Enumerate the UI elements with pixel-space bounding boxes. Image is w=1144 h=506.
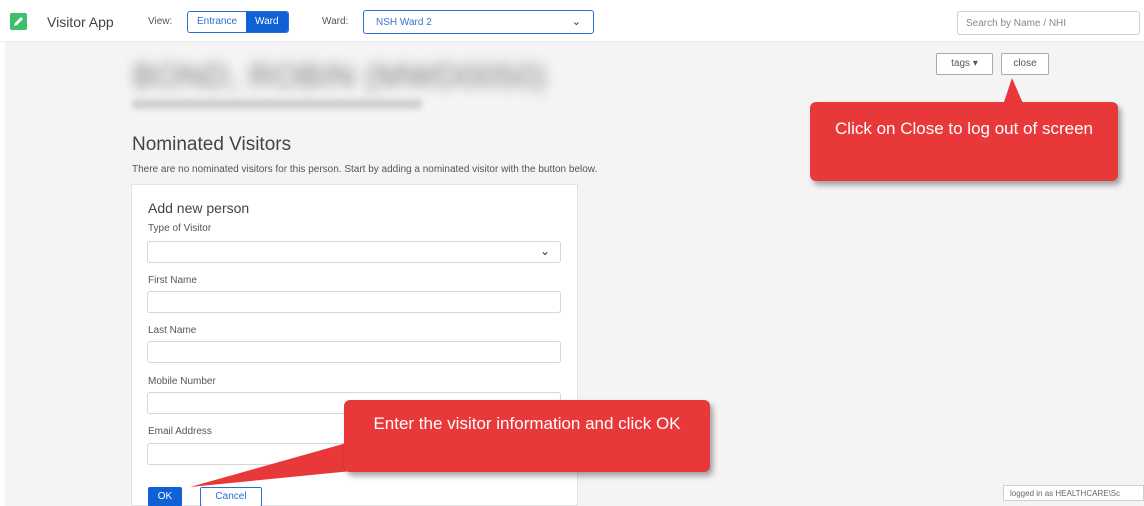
enter-hint-callout: Enter the visitor information and click …	[344, 400, 710, 472]
close-hint-callout: Click on Close to log out of screen	[810, 102, 1118, 181]
ok-callout-arrow	[190, 442, 362, 487]
